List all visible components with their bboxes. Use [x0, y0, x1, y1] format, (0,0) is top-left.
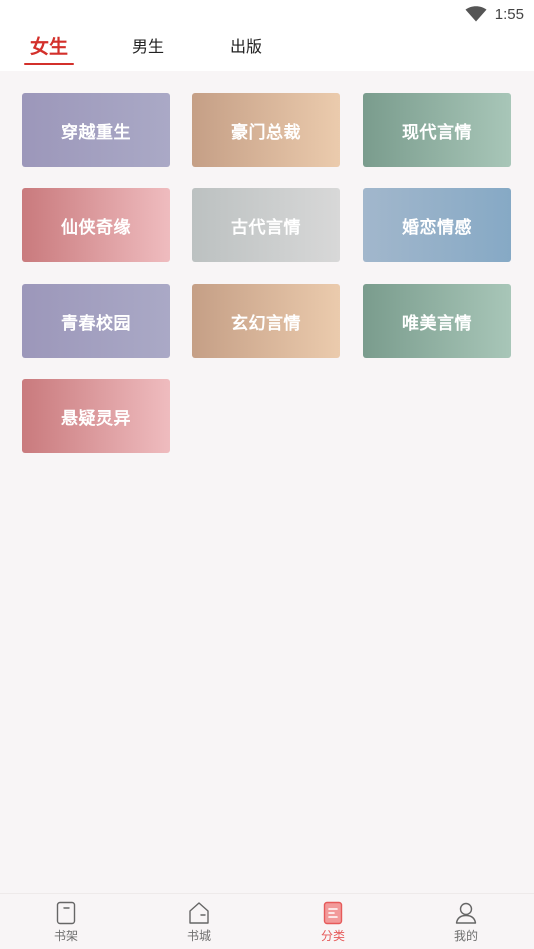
- bookshelf-icon: [56, 901, 76, 925]
- clock: 1:55: [494, 5, 524, 23]
- category-card[interactable]: 悬疑灵异: [22, 379, 170, 453]
- category-card[interactable]: 婚恋情感: [363, 188, 511, 262]
- category-icon: [323, 901, 343, 925]
- status-bar: 1:55: [0, 0, 534, 28]
- bottom-nav: 书架 书城 分类 我的: [0, 893, 534, 949]
- nav-label-profile: 我的: [453, 929, 478, 943]
- profile-icon: [455, 902, 477, 924]
- wifi-icon: [465, 6, 487, 22]
- category-card[interactable]: 唯美言情: [363, 284, 511, 358]
- nav-label-bookstore: 书城: [186, 929, 211, 943]
- category-card[interactable]: 现代言情: [363, 93, 511, 167]
- tab-male[interactable]: 男生: [128, 35, 168, 65]
- nav-label-bookshelf: 书架: [53, 929, 78, 943]
- tab-publish[interactable]: 出版: [226, 35, 266, 65]
- app-screen: 1:55 女生 男生 出版 穿越重生 豪门总裁 现代言情 仙侠奇缘 古代言情 婚…: [0, 0, 534, 949]
- nav-category[interactable]: 分类: [283, 894, 383, 949]
- category-card[interactable]: 玄幻言情: [192, 284, 340, 358]
- active-tab-indicator: [24, 63, 74, 65]
- nav-bookstore[interactable]: 书城: [149, 894, 249, 949]
- nav-label-category: 分类: [320, 929, 345, 943]
- category-card[interactable]: 古代言情: [192, 188, 340, 262]
- gender-tabs: 女生 男生 出版: [0, 28, 534, 71]
- category-card[interactable]: 豪门总裁: [192, 93, 340, 167]
- nav-bookshelf[interactable]: 书架: [16, 894, 116, 949]
- category-card[interactable]: 青春校园: [22, 284, 170, 358]
- status-right: 1:55: [465, 3, 524, 25]
- tab-female[interactable]: 女生: [24, 35, 74, 65]
- bookstore-icon: [189, 902, 209, 924]
- category-card[interactable]: 仙侠奇缘: [22, 188, 170, 262]
- nav-profile[interactable]: 我的: [416, 894, 516, 949]
- category-card[interactable]: 穿越重生: [22, 93, 170, 167]
